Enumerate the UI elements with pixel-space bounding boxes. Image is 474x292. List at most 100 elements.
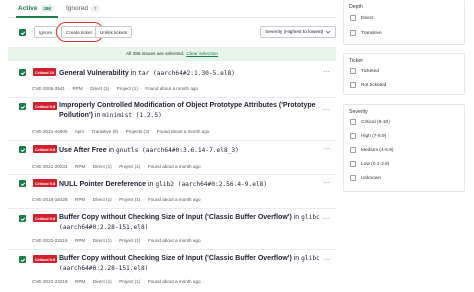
ellipsis-icon[interactable]: ⋯	[323, 145, 330, 153]
check-icon	[20, 104, 25, 109]
project-count: Projects (3)	[125, 129, 150, 134]
ellipsis-icon[interactable]: ⋯	[323, 215, 330, 223]
selection-banner-text: All 286 issues are selected.	[125, 51, 185, 57]
severity-option-high[interactable]: High (7-8.9)	[350, 133, 386, 139]
issue-title-text: General Vulnerability	[59, 70, 129, 77]
issue-title-text: Buffer Copy without Checking Size of Inp…	[59, 255, 292, 262]
ecosystem: RPM	[75, 197, 86, 202]
checkbox-icon	[350, 133, 356, 139]
severity-badge: Critical 9.8	[33, 255, 58, 263]
ellipsis-icon[interactable]: ⋯	[323, 106, 330, 114]
clear-selection-link[interactable]: Clear selection	[186, 52, 218, 57]
issue-meta: CVE-2021-44906 · npm · Transitive (9) · Pro…	[32, 129, 210, 134]
depth-option-transitive[interactable]: Transitive	[350, 30, 382, 36]
issue-title-text: Buffer Copy without Checking Size of Inp…	[59, 214, 292, 221]
severity-option-unknown[interactable]: Unknown	[350, 175, 381, 181]
check-icon	[20, 216, 25, 221]
checkbox-icon	[350, 147, 356, 153]
checkbox-icon	[350, 68, 356, 74]
dependency-depth: Transitive (9)	[91, 129, 119, 134]
issue-title[interactable]: General Vulnerability in tar (aarch64#2:…	[59, 69, 331, 79]
cve-id[interactable]: CVE-2022-23218	[32, 279, 68, 284]
issue-title-in: in	[108, 147, 114, 154]
ticket-option-not-ticketed[interactable]: Not ticketed	[350, 82, 386, 88]
issue-title[interactable]: Improperly Controlled Modification of Ob…	[59, 101, 331, 121]
chevron-down-icon	[325, 30, 331, 34]
found-date: Found about a month ago	[147, 197, 201, 202]
issue-title-text: Use After Free	[59, 147, 107, 154]
tab-active[interactable]: Active 286	[18, 5, 55, 12]
issue-checkbox[interactable]	[19, 146, 26, 153]
option-label: Not ticketed	[361, 82, 387, 88]
issue-checkbox[interactable]	[19, 103, 26, 110]
cve-id[interactable]: CVE-2005-2541	[32, 86, 65, 91]
severity-option-critical[interactable]: Critical (9-10)	[350, 119, 390, 125]
checkbox-icon	[350, 15, 356, 21]
depth-option-direct[interactable]: Direct	[350, 15, 374, 21]
ecosystem: npm	[75, 129, 84, 134]
check-icon	[20, 30, 25, 35]
project-count: Project (1)	[119, 238, 141, 243]
option-label: Medium (4-6.9)	[361, 147, 394, 153]
issue-row[interactable]: Critical 9.8 Buffer Copy without Checkin…	[8, 250, 336, 292]
issue-title[interactable]: Use After Free in gnutls (aarch64#0:3.6.…	[59, 146, 331, 156]
issue-row[interactable]: Critical 10 General Vulnerability in tar…	[8, 64, 336, 98]
ignore-button[interactable]: Ignore	[34, 26, 58, 38]
option-label: Low (0.1-3.9)	[361, 161, 390, 167]
severity-badge: Critical 9.8	[33, 179, 58, 187]
issue-checkbox[interactable]	[19, 215, 26, 222]
checkbox-icon	[350, 175, 356, 181]
issues-main: Active 286 Ignored 7 Ignore Create ticke…	[8, 0, 336, 292]
issue-title-in: in	[94, 112, 101, 119]
ticket-option-ticketed[interactable]: Ticketed	[350, 68, 379, 74]
option-label: Ticketed	[361, 68, 379, 74]
issue-checkbox[interactable]	[19, 180, 26, 187]
found-date: Found about a month ago	[147, 164, 201, 169]
issue-checkbox[interactable]	[19, 256, 26, 263]
selection-banner: All 286 issues are selected. Clear selec…	[8, 47, 336, 61]
ellipsis-icon[interactable]: ⋯	[323, 256, 330, 264]
select-all-checkbox[interactable]	[19, 29, 26, 36]
severity-option-low[interactable]: Low (0.1-3.9)	[350, 161, 389, 167]
found-date: Found about a month ago	[156, 129, 210, 134]
issue-row[interactable]: Critical 9.8 Buffer Copy without Checkin…	[8, 209, 336, 250]
check-icon	[20, 181, 25, 186]
issue-row[interactable]: Critical 9.8 NULL Pointer Dereference in…	[8, 175, 336, 209]
project-count: Project (1)	[119, 279, 141, 284]
issue-title[interactable]: Buffer Copy without Checking Size of Inp…	[59, 254, 331, 274]
ecosystem: RPM	[75, 279, 86, 284]
cve-id[interactable]: CVE-2022-23219	[32, 238, 68, 243]
issue-row[interactable]: Critical 9.8 Use After Free in gnutls (a…	[8, 141, 336, 175]
cve-id[interactable]: CVE-2018-16428	[32, 197, 68, 202]
check-icon	[20, 257, 25, 262]
ellipsis-icon[interactable]: ⋯	[323, 179, 330, 187]
tab-active-count: 286	[40, 5, 55, 12]
dependency-depth: Direct (1)	[92, 238, 112, 243]
tab-active-label: Active	[18, 5, 38, 12]
issue-title[interactable]: Buffer Copy without Checking Size of Inp…	[59, 213, 331, 233]
create-ticket-button[interactable]: Create ticket	[61, 26, 97, 38]
check-icon	[20, 147, 25, 152]
tabs-bar: Active 286 Ignored 7	[8, 2, 336, 18]
issue-package: glib2 (aarch64#0:2.56.4-9.el8)	[155, 181, 268, 188]
severity-option-medium[interactable]: Medium (4-6.9)	[350, 147, 394, 153]
issue-row[interactable]: Critical 9.8 Improperly Controlled Modif…	[8, 98, 336, 141]
tab-ignored[interactable]: Ignored 7	[66, 5, 100, 12]
found-date: Found about a month ago	[145, 86, 199, 91]
cve-id[interactable]: CVE-2021-20231	[32, 164, 68, 169]
cve-id[interactable]: CVE-2021-44906	[32, 129, 68, 134]
severity-badge: Critical 9.8	[33, 145, 58, 153]
issue-checkbox[interactable]	[19, 69, 26, 76]
unlink-tickets-button[interactable]: Unlink tickets	[95, 26, 133, 38]
issue-title-in: in	[293, 214, 300, 221]
tab-ignored-label: Ignored	[66, 5, 89, 12]
issue-title[interactable]: NULL Pointer Dereference in glib2 (aarch…	[59, 180, 331, 190]
severity-badge: Critical 9.8	[33, 102, 58, 110]
ellipsis-icon[interactable]: ⋯	[323, 68, 330, 76]
issue-package: minimist (1.2.5)	[102, 112, 162, 119]
sort-select[interactable]: Severity (Highest to lowest)	[260, 26, 336, 38]
ticket-filter-title: Ticket	[349, 58, 363, 64]
ecosystem: RPM	[72, 86, 83, 91]
issue-title-in: in	[293, 255, 300, 262]
project-count: Project (1)	[119, 164, 141, 169]
